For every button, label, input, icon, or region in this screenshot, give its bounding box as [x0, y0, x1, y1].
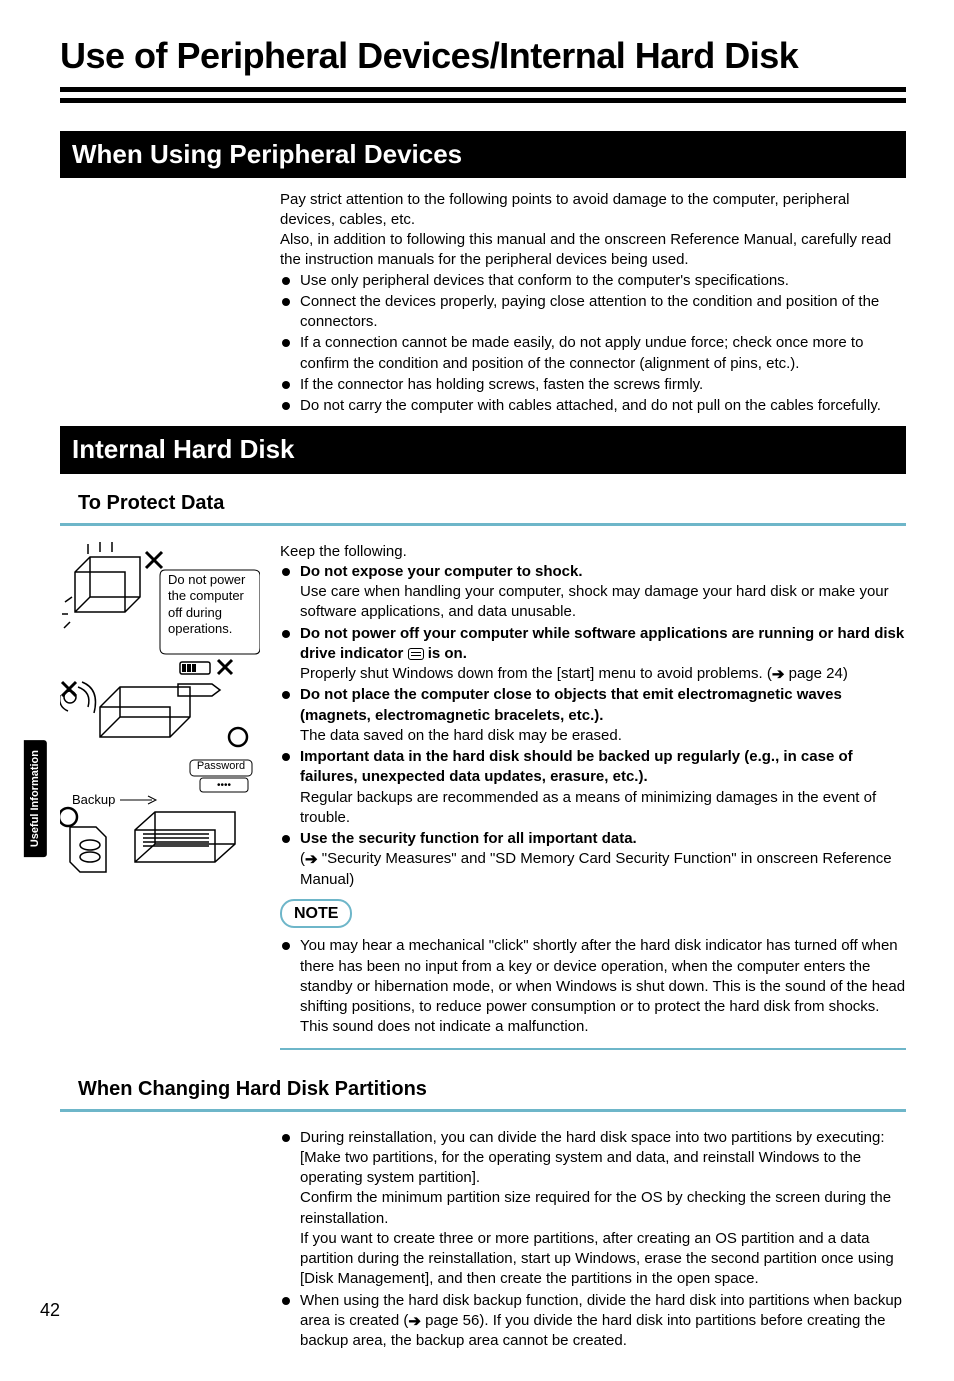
item-text: (➔ "Security Measures" and "SD Memory Ca…: [300, 850, 892, 887]
fig-caption-power: Do not power the computer off during ope…: [168, 572, 256, 637]
item-bold: Important data in the hard disk should b…: [300, 748, 853, 785]
list-item: Do not place the computer close to objec…: [280, 685, 906, 746]
item-text: The data saved on the hard disk may be e…: [300, 727, 622, 744]
item-text: Regular backups are recommended as a mea…: [300, 789, 876, 826]
illustration-column: Do not power the computer off during ope…: [60, 542, 280, 888]
list-item: Connect the devices properly, paying clo…: [280, 292, 906, 333]
section1-intro2: Also, in addition to following this manu…: [280, 230, 906, 271]
list-item: Important data in the hard disk should b…: [280, 747, 906, 828]
protect-list: Do not expose your computer to shock. Us…: [280, 562, 906, 890]
list-item: Do not expose your computer to shock. Us…: [280, 562, 906, 623]
section-heading-hdd: Internal Hard Disk: [60, 426, 906, 473]
arrow-icon: ➔: [772, 665, 785, 685]
list-item: Do not power off your computer while sof…: [280, 624, 906, 685]
list-item: Use the security function for all import…: [280, 829, 906, 890]
list-item: During reinstallation, you can divide th…: [280, 1128, 906, 1290]
protect-text-column: Keep the following. Do not expose your c…: [280, 542, 906, 1050]
sub-heading-partitions: When Changing Hard Disk Partitions: [60, 1072, 906, 1112]
list-item: If a connection cannot be made easily, d…: [280, 333, 906, 374]
fig-caption-password: Password: [190, 760, 252, 772]
item-text: Confirm the minimum partition size requi…: [300, 1189, 891, 1226]
item-bold: Do not power off your computer while sof…: [300, 625, 904, 662]
arrow-icon: ➔: [305, 850, 318, 870]
note-label: NOTE: [280, 899, 352, 929]
item-text: During reinstallation, you can divide th…: [300, 1129, 885, 1187]
partitions-list: During reinstallation, you can divide th…: [280, 1128, 906, 1352]
note-item: You may hear a mechanical "click" shortl…: [280, 936, 906, 1037]
list-item: Do not carry the computer with cables at…: [280, 396, 906, 416]
item-text: If you want to create three or more part…: [300, 1230, 894, 1288]
hdd-indicator-icon: [408, 648, 424, 660]
protect-intro: Keep the following.: [280, 542, 906, 562]
item-text: When using the hard disk backup function…: [300, 1292, 902, 1350]
page-number: 42: [40, 1298, 60, 1322]
svg-text:••••: ••••: [217, 780, 232, 791]
fig-caption-backup: Backup: [72, 792, 118, 807]
list-item: When using the hard disk backup function…: [280, 1291, 906, 1352]
protect-data-illustration: Do not power the computer off during ope…: [60, 542, 260, 882]
page-title: Use of Peripheral Devices/Internal Hard …: [60, 32, 906, 92]
title-rule: [60, 98, 906, 103]
note-list: You may hear a mechanical "click" shortl…: [280, 936, 906, 1037]
list-item: If the connector has holding screws, fas…: [280, 375, 906, 395]
item-bold: Use the security function for all import…: [300, 830, 637, 847]
section-heading-peripheral: When Using Peripheral Devices: [60, 131, 906, 178]
list-item: Use only peripheral devices that conform…: [280, 271, 906, 291]
item-bold: Do not expose your computer to shock.: [300, 563, 583, 580]
arrow-icon: ➔: [408, 1312, 421, 1332]
section1-body: Pay strict attention to the following po…: [280, 190, 906, 417]
section1-intro1: Pay strict attention to the following po…: [280, 190, 906, 231]
item-bold: Do not place the computer close to objec…: [300, 686, 842, 723]
section1-list: Use only peripheral devices that conform…: [280, 271, 906, 417]
item-text: Properly shut Windows down from the [sta…: [300, 665, 848, 682]
item-text: Use care when handling your computer, sh…: [300, 583, 889, 620]
partitions-body: During reinstallation, you can divide th…: [280, 1128, 906, 1352]
note-separator: [280, 1048, 906, 1050]
sub-heading-protect: To Protect Data: [60, 486, 906, 526]
